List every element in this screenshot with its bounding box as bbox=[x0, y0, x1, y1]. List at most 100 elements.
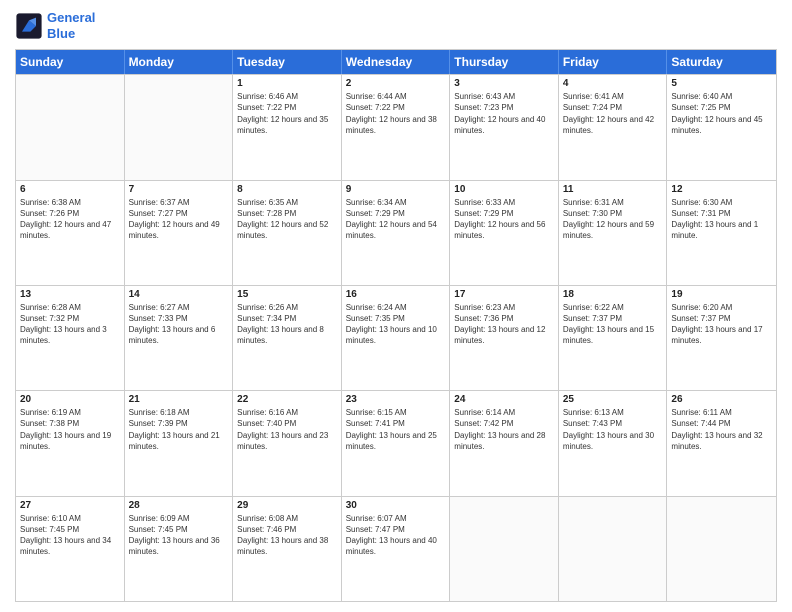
day-cell-5: 5 Sunrise: 6:40 AMSunset: 7:25 PMDaylight… bbox=[667, 75, 776, 179]
logo: General Blue bbox=[15, 10, 95, 41]
day-number: 27 bbox=[20, 500, 120, 511]
day-info: Sunrise: 6:10 AMSunset: 7:45 PMDaylight:… bbox=[20, 513, 120, 558]
day-number: 10 bbox=[454, 184, 554, 195]
calendar-week-1: 1 Sunrise: 6:46 AMSunset: 7:22 PMDaylight… bbox=[16, 74, 776, 179]
day-cell-17: 17 Sunrise: 6:23 AMSunset: 7:36 PMDayligh… bbox=[450, 286, 559, 390]
day-cell-1: 1 Sunrise: 6:46 AMSunset: 7:22 PMDaylight… bbox=[233, 75, 342, 179]
day-number: 28 bbox=[129, 500, 229, 511]
day-number: 3 bbox=[454, 78, 554, 89]
day-number: 19 bbox=[671, 289, 772, 300]
day-info: Sunrise: 6:18 AMSunset: 7:39 PMDaylight:… bbox=[129, 407, 229, 452]
calendar-body: 1 Sunrise: 6:46 AMSunset: 7:22 PMDaylight… bbox=[16, 74, 776, 601]
day-cell-13: 13Sunrise: 6:28 AMSunset: 7:32 PMDayligh… bbox=[16, 286, 125, 390]
day-info: Sunrise: 6:13 AMSunset: 7:43 PMDaylight:… bbox=[563, 407, 663, 452]
header-day-monday: Monday bbox=[125, 50, 234, 74]
day-cell-27: 27 Sunrise: 6:10 AMSunset: 7:45 PMDayligh… bbox=[16, 497, 125, 601]
day-number: 20 bbox=[20, 394, 120, 405]
day-info: Sunrise: 6:07 AMSunset: 7:47 PMDaylight:… bbox=[346, 513, 446, 558]
day-cell-14: 14Sunrise: 6:27 AMSunset: 7:33 PMDayligh… bbox=[125, 286, 234, 390]
calendar: SundayMondayTuesdayWednesdayThursdayFrid… bbox=[15, 49, 777, 602]
day-info: Sunrise: 6:22 AMSunset: 7:37 PMDaylight:… bbox=[563, 302, 663, 347]
day-info: Sunrise: 6:43 AMSunset: 7:23 PMDaylight:… bbox=[454, 91, 554, 136]
calendar-header: SundayMondayTuesdayWednesdayThursdayFrid… bbox=[16, 50, 776, 74]
day-cell-11: 11 Sunrise: 6:31 AMSunset: 7:30 PMDayligh… bbox=[559, 181, 668, 285]
day-info: Sunrise: 6:09 AMSunset: 7:45 PMDaylight:… bbox=[129, 513, 229, 558]
day-number: 11 bbox=[563, 184, 663, 195]
day-number: 18 bbox=[563, 289, 663, 300]
calendar-week-4: 20 Sunrise: 6:19 AMSunset: 7:38 PMDayligh… bbox=[16, 390, 776, 495]
day-info: Sunrise: 6:16 AMSunset: 7:40 PMDaylight:… bbox=[237, 407, 337, 452]
empty-cell bbox=[125, 75, 234, 179]
day-info: Sunrise: 6:14 AMSunset: 7:42 PMDaylight:… bbox=[454, 407, 554, 452]
day-info: Sunrise: 6:24 AMSunset: 7:35 PMDaylight:… bbox=[346, 302, 446, 347]
day-info: Sunrise: 6:11 AMSunset: 7:44 PMDaylight:… bbox=[671, 407, 772, 452]
day-number: 5 bbox=[671, 78, 772, 89]
calendar-week-5: 27 Sunrise: 6:10 AMSunset: 7:45 PMDayligh… bbox=[16, 496, 776, 601]
empty-cell bbox=[16, 75, 125, 179]
day-number: 29 bbox=[237, 500, 337, 511]
day-cell-2: 2 Sunrise: 6:44 AMSunset: 7:22 PMDaylight… bbox=[342, 75, 451, 179]
day-cell-3: 3 Sunrise: 6:43 AMSunset: 7:23 PMDaylight… bbox=[450, 75, 559, 179]
day-cell-30: 30 Sunrise: 6:07 AMSunset: 7:47 PMDayligh… bbox=[342, 497, 451, 601]
day-info: Sunrise: 6:31 AMSunset: 7:30 PMDaylight:… bbox=[563, 197, 663, 242]
day-number: 7 bbox=[129, 184, 229, 195]
day-info: Sunrise: 6:30 AMSunset: 7:31 PMDaylight:… bbox=[671, 197, 772, 242]
day-info: Sunrise: 6:26 AMSunset: 7:34 PMDaylight:… bbox=[237, 302, 337, 347]
day-info: Sunrise: 6:19 AMSunset: 7:38 PMDaylight:… bbox=[20, 407, 120, 452]
day-info: Sunrise: 6:34 AMSunset: 7:29 PMDaylight:… bbox=[346, 197, 446, 242]
header-day-sunday: Sunday bbox=[16, 50, 125, 74]
day-cell-19: 19Sunrise: 6:20 AMSunset: 7:37 PMDayligh… bbox=[667, 286, 776, 390]
day-cell-7: 7 Sunrise: 6:37 AMSunset: 7:27 PMDaylight… bbox=[125, 181, 234, 285]
day-cell-9: 9 Sunrise: 6:34 AMSunset: 7:29 PMDaylight… bbox=[342, 181, 451, 285]
day-number: 24 bbox=[454, 394, 554, 405]
day-cell-6: 6 Sunrise: 6:38 AMSunset: 7:26 PMDaylight… bbox=[16, 181, 125, 285]
day-number: 8 bbox=[237, 184, 337, 195]
day-number: 6 bbox=[20, 184, 120, 195]
day-info: Sunrise: 6:15 AMSunset: 7:41 PMDaylight:… bbox=[346, 407, 446, 452]
day-cell-20: 20 Sunrise: 6:19 AMSunset: 7:38 PMDayligh… bbox=[16, 391, 125, 495]
header: General Blue bbox=[15, 10, 777, 41]
day-number: 4 bbox=[563, 78, 663, 89]
day-info: Sunrise: 6:33 AMSunset: 7:29 PMDaylight:… bbox=[454, 197, 554, 242]
day-cell-4: 4 Sunrise: 6:41 AMSunset: 7:24 PMDaylight… bbox=[559, 75, 668, 179]
day-info: Sunrise: 6:37 AMSunset: 7:27 PMDaylight:… bbox=[129, 197, 229, 242]
day-cell-10: 10 Sunrise: 6:33 AMSunset: 7:29 PMDayligh… bbox=[450, 181, 559, 285]
day-info: Sunrise: 6:41 AMSunset: 7:24 PMDaylight:… bbox=[563, 91, 663, 136]
day-cell-16: 16 Sunrise: 6:24 AMSunset: 7:35 PMDayligh… bbox=[342, 286, 451, 390]
day-info: Sunrise: 6:38 AMSunset: 7:26 PMDaylight:… bbox=[20, 197, 120, 242]
day-cell-29: 29 Sunrise: 6:08 AMSunset: 7:46 PMDayligh… bbox=[233, 497, 342, 601]
day-cell-28: 28 Sunrise: 6:09 AMSunset: 7:45 PMDayligh… bbox=[125, 497, 234, 601]
day-number: 22 bbox=[237, 394, 337, 405]
day-info: Sunrise: 6:46 AMSunset: 7:22 PMDaylight:… bbox=[237, 91, 337, 136]
day-cell-21: 21Sunrise: 6:18 AMSunset: 7:39 PMDayligh… bbox=[125, 391, 234, 495]
header-day-thursday: Thursday bbox=[450, 50, 559, 74]
day-number: 13 bbox=[20, 289, 120, 300]
day-cell-25: 25 Sunrise: 6:13 AMSunset: 7:43 PMDayligh… bbox=[559, 391, 668, 495]
day-cell-24: 24 Sunrise: 6:14 AMSunset: 7:42 PMDayligh… bbox=[450, 391, 559, 495]
day-number: 23 bbox=[346, 394, 446, 405]
day-number: 1 bbox=[237, 78, 337, 89]
day-number: 15 bbox=[237, 289, 337, 300]
empty-cell bbox=[450, 497, 559, 601]
day-number: 2 bbox=[346, 78, 446, 89]
day-number: 14 bbox=[129, 289, 229, 300]
day-cell-23: 23 Sunrise: 6:15 AMSunset: 7:41 PMDayligh… bbox=[342, 391, 451, 495]
empty-cell bbox=[559, 497, 668, 601]
header-day-tuesday: Tuesday bbox=[233, 50, 342, 74]
day-number: 9 bbox=[346, 184, 446, 195]
day-info: Sunrise: 6:08 AMSunset: 7:46 PMDaylight:… bbox=[237, 513, 337, 558]
day-number: 16 bbox=[346, 289, 446, 300]
day-cell-26: 26Sunrise: 6:11 AMSunset: 7:44 PMDayligh… bbox=[667, 391, 776, 495]
day-cell-18: 18 Sunrise: 6:22 AMSunset: 7:37 PMDayligh… bbox=[559, 286, 668, 390]
day-number: 17 bbox=[454, 289, 554, 300]
day-number: 30 bbox=[346, 500, 446, 511]
calendar-week-2: 6 Sunrise: 6:38 AMSunset: 7:26 PMDaylight… bbox=[16, 180, 776, 285]
day-number: 25 bbox=[563, 394, 663, 405]
header-day-friday: Friday bbox=[559, 50, 668, 74]
day-number: 12 bbox=[671, 184, 772, 195]
empty-cell bbox=[667, 497, 776, 601]
day-info: Sunrise: 6:23 AMSunset: 7:36 PMDaylight:… bbox=[454, 302, 554, 347]
day-info: Sunrise: 6:44 AMSunset: 7:22 PMDaylight:… bbox=[346, 91, 446, 136]
day-info: Sunrise: 6:40 AMSunset: 7:25 PMDaylight:… bbox=[671, 91, 772, 136]
logo-icon bbox=[15, 12, 43, 40]
